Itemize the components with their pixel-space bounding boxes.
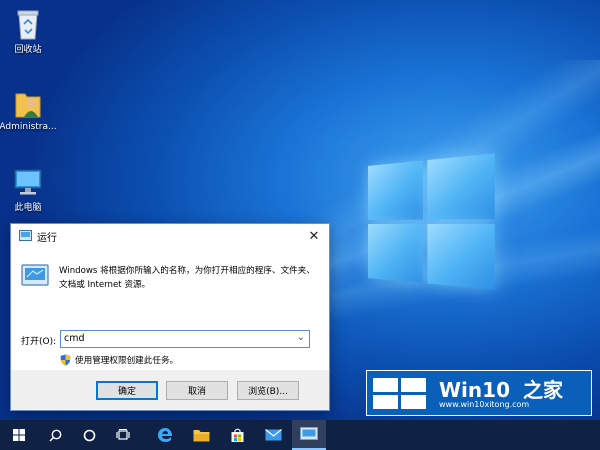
cortana-button[interactable]: [72, 420, 106, 450]
desktop-icon-label: 回收站: [14, 45, 42, 55]
task-view-icon: [116, 429, 130, 440]
watermark-url: www.win10xitong.com: [439, 400, 530, 409]
dialog-title-bar[interactable]: 运行 ✕: [11, 224, 329, 248]
search-button[interactable]: [38, 420, 72, 450]
cortana-icon: [83, 429, 95, 441]
store-icon: [231, 428, 243, 442]
taskbar-edge[interactable]: [148, 420, 182, 450]
browse-button[interactable]: 浏览(B)...: [237, 381, 299, 400]
taskbar-file-explorer[interactable]: [184, 420, 218, 450]
taskbar-run[interactable]: [292, 420, 326, 450]
open-combobox[interactable]: cmd ⌄: [60, 330, 310, 348]
run-icon: [19, 230, 32, 241]
taskbar: [0, 420, 600, 450]
watermark-windows-logo-icon: [373, 378, 427, 410]
taskbar-mail[interactable]: [256, 420, 290, 450]
run-icon: [300, 427, 318, 440]
dialog-title: 运行: [37, 233, 57, 244]
file-explorer-icon: [193, 430, 209, 442]
dialog-description: Windows 将根据你所输入的名称，为你打开相应的程序、文件夹、文档或 Int…: [59, 266, 315, 290]
wallpaper-windows-logo: [368, 153, 500, 295]
dialog-footer: 确定 取消 浏览(B)...: [11, 370, 329, 410]
cancel-button[interactable]: 取消: [166, 381, 228, 400]
start-icon: [13, 429, 25, 441]
desktop-icon-label: Administra...: [0, 122, 57, 132]
taskbar-store[interactable]: [220, 420, 254, 450]
edge-icon: [158, 428, 172, 442]
close-button[interactable]: ✕: [299, 224, 329, 248]
close-icon: ✕: [308, 228, 320, 244]
recycle-bin-icon: [17, 10, 39, 40]
admin-note-text: 使用管理权限创建此任务。: [75, 356, 179, 366]
computer-icon: [14, 169, 42, 195]
desktop-icon-recycle-bin[interactable]: 回收站: [0, 8, 60, 55]
desktop-icon-label: 此电脑: [14, 203, 42, 213]
watermark-brand-win: Win10: [439, 378, 510, 402]
chevron-down-icon[interactable]: ⌄: [297, 332, 305, 343]
desktop-icon-this-pc[interactable]: 此电脑: [0, 166, 60, 213]
user-folder-icon: [15, 93, 41, 118]
run-dialog: 运行 ✕ Windows 将根据你所输入的名称，为你打开相应的程序、文件夹、文档…: [10, 223, 330, 411]
dialog-body: Windows 将根据你所输入的名称，为你打开相应的程序、文件夹、文档或 Int…: [11, 248, 329, 370]
start-button[interactable]: [2, 420, 36, 450]
watermark: Win10 之家 www.win10xitong.com: [366, 370, 592, 416]
search-icon: [48, 429, 61, 442]
ok-button[interactable]: 确定: [96, 381, 158, 400]
run-program-icon: [21, 264, 49, 286]
uac-shield-icon: [60, 354, 71, 366]
open-label: 打开(O):: [21, 337, 57, 347]
mail-icon: [264, 429, 282, 441]
open-input[interactable]: cmd: [64, 333, 85, 344]
watermark-brand: Win10 之家: [439, 374, 563, 403]
watermark-brand-home: 之家: [522, 378, 563, 402]
desktop-icon-administrator[interactable]: Administra...: [0, 88, 60, 132]
admin-note: 使用管理权限创建此任务。: [60, 354, 178, 366]
task-view-button[interactable]: [106, 420, 140, 450]
